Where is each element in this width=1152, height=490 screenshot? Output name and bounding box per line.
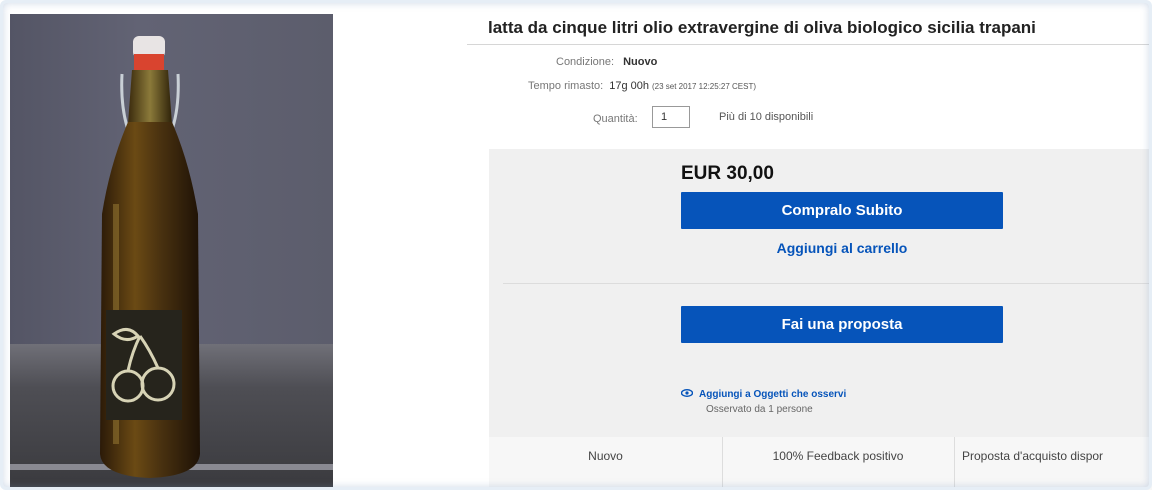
availability-text: Più di 10 disponibili	[719, 111, 814, 123]
watch-item[interactable]: Aggiungi a Oggetti che osservi	[680, 389, 846, 400]
time-left-row: Tempo rimasto: 17g 00h (23 set 2017 12:25:…	[528, 80, 756, 92]
condition-row: Condizione: Nuovo	[556, 56, 657, 68]
buy-now-button[interactable]: Compralo Subito	[681, 192, 1003, 229]
product-photo[interactable]	[10, 14, 333, 490]
condition-label: Condizione:	[556, 56, 615, 68]
buy-box-divider	[503, 283, 1152, 284]
listing-title: latta da cinque litri olio extravergine …	[488, 18, 1036, 37]
summary-condition-cell: Nuovo	[489, 437, 722, 490]
quantity-row: Quantità:	[593, 113, 638, 125]
add-to-cart-link[interactable]: Aggiungi al carrello	[681, 240, 1003, 256]
summary-condition: Nuovo	[588, 449, 623, 463]
summary-offer: Proposta d'acquisto dispor	[962, 449, 1104, 463]
summary-offer-cell: Proposta d'acquisto dispor	[954, 437, 1152, 490]
price: EUR 30,00	[681, 163, 774, 184]
eye-icon	[680, 389, 694, 400]
condition-value: Nuovo	[623, 56, 658, 68]
quantity-label: Quantità:	[593, 113, 638, 125]
quantity-input[interactable]: 1	[652, 106, 690, 128]
summary-bar: Nuovo 100% Feedback positivo Proposta d'…	[489, 437, 1152, 490]
summary-feedback-cell: 100% Feedback positivo	[722, 437, 954, 490]
summary-feedback: 100% Feedback positivo	[772, 449, 904, 463]
end-date: (23 set 2017 12:25:27 CEST)	[651, 82, 757, 91]
watch-link[interactable]: Aggiungi a Oggetti che osservi	[699, 389, 846, 400]
watch-count: Osservato da 1 persone	[706, 404, 813, 415]
make-offer-button[interactable]: Fai una proposta	[681, 306, 1003, 343]
title-divider	[467, 44, 1152, 45]
olive-oil-bottle-image	[100, 36, 200, 478]
time-left-value: 17g 00h	[609, 80, 649, 92]
time-left-label: Tempo rimasto:	[528, 80, 604, 92]
